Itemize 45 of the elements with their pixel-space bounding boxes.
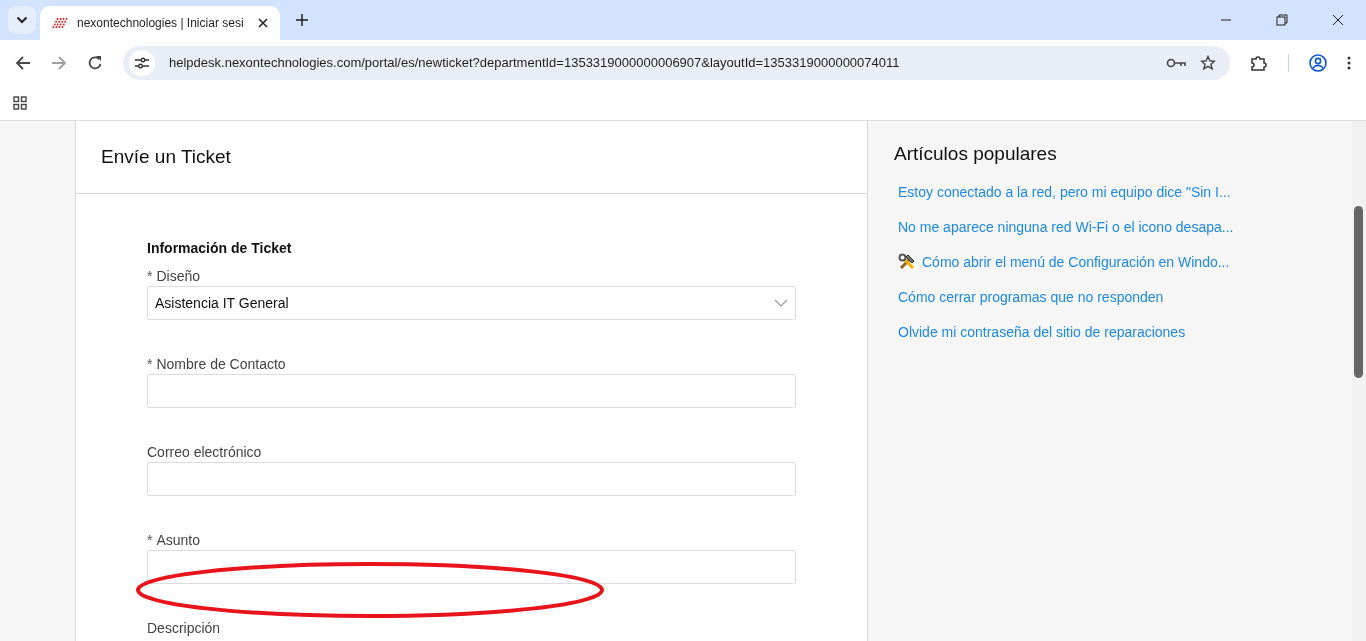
sidebar-heading: Artículos populares [894,143,1058,165]
select-value: Asistencia IT General [155,295,289,311]
article-link[interactable]: Cómo abrir el menú de Configuración en Windo... [922,253,1230,270]
close-icon[interactable] [258,18,268,28]
back-icon[interactable] [15,54,31,71]
new-tab-icon[interactable] [296,14,308,26]
key-icon[interactable] [1166,57,1186,68]
required-mark: * [147,268,153,284]
tab-title: nexontechnologies | Iniciar sesi [77,16,245,30]
article-link[interactable]: Cómo cerrar programas que no responden [898,288,1164,305]
logo-icon [52,16,68,30]
scrollbar[interactable] [1352,121,1366,641]
chevron-down-icon [16,16,28,24]
required-mark: * [147,532,153,548]
hammer-wrench-icon [898,252,916,271]
input-field[interactable] [147,462,796,496]
input-field[interactable] [147,374,796,408]
reload-icon[interactable] [87,54,103,71]
field-label: Asunto [156,532,201,548]
article-link[interactable]: Estoy conectado a la red, pero mi equipo dice "Sin I... [898,183,1231,200]
article-link[interactable]: No me aparece ninguna red Wi-Fi o el icono desapa... [898,218,1234,235]
field-label: Correo electrónico [147,444,262,460]
address-bar[interactable]: helpdesk.nexontechnologies.com/portal/es/newticket?departmentId=1353319000000006907&layoutId=1353319000000074011 [123,45,1230,80]
tab-search-button[interactable] [8,6,36,34]
close-icon[interactable] [1332,14,1344,26]
star-icon[interactable] [1200,54,1216,71]
more-icon[interactable] [1347,55,1351,70]
field-label: Descripción [147,620,221,636]
input-field[interactable] [147,550,796,584]
url-text: helpdesk.nexontechnologies.com/portal/es/newticket?departmentId=1353319000000006907&layoutId=1353319000000074011 [169,55,901,70]
site-settings-icon[interactable] [129,49,155,76]
select-field[interactable]: Asistencia IT General [147,286,796,320]
chevron-down-icon [774,299,788,307]
section-heading: Información de Ticket [147,240,293,256]
field-label: Diseño [156,268,201,284]
puzzle-icon[interactable] [1250,53,1268,72]
article-link[interactable]: Olvide mi contraseña del sitio de reparaciones [898,323,1186,340]
profile-icon[interactable] [1309,53,1327,72]
apps-grid-icon[interactable] [13,95,27,110]
required-mark: * [147,356,153,372]
forward-icon[interactable] [51,54,67,71]
form-title: Envíe un Ticket [101,146,231,168]
restore-icon[interactable] [1276,14,1288,26]
browser-tab[interactable]: nexontechnologies | Iniciar sesi [40,6,280,40]
field-label: Nombre de Contacto [156,356,286,372]
